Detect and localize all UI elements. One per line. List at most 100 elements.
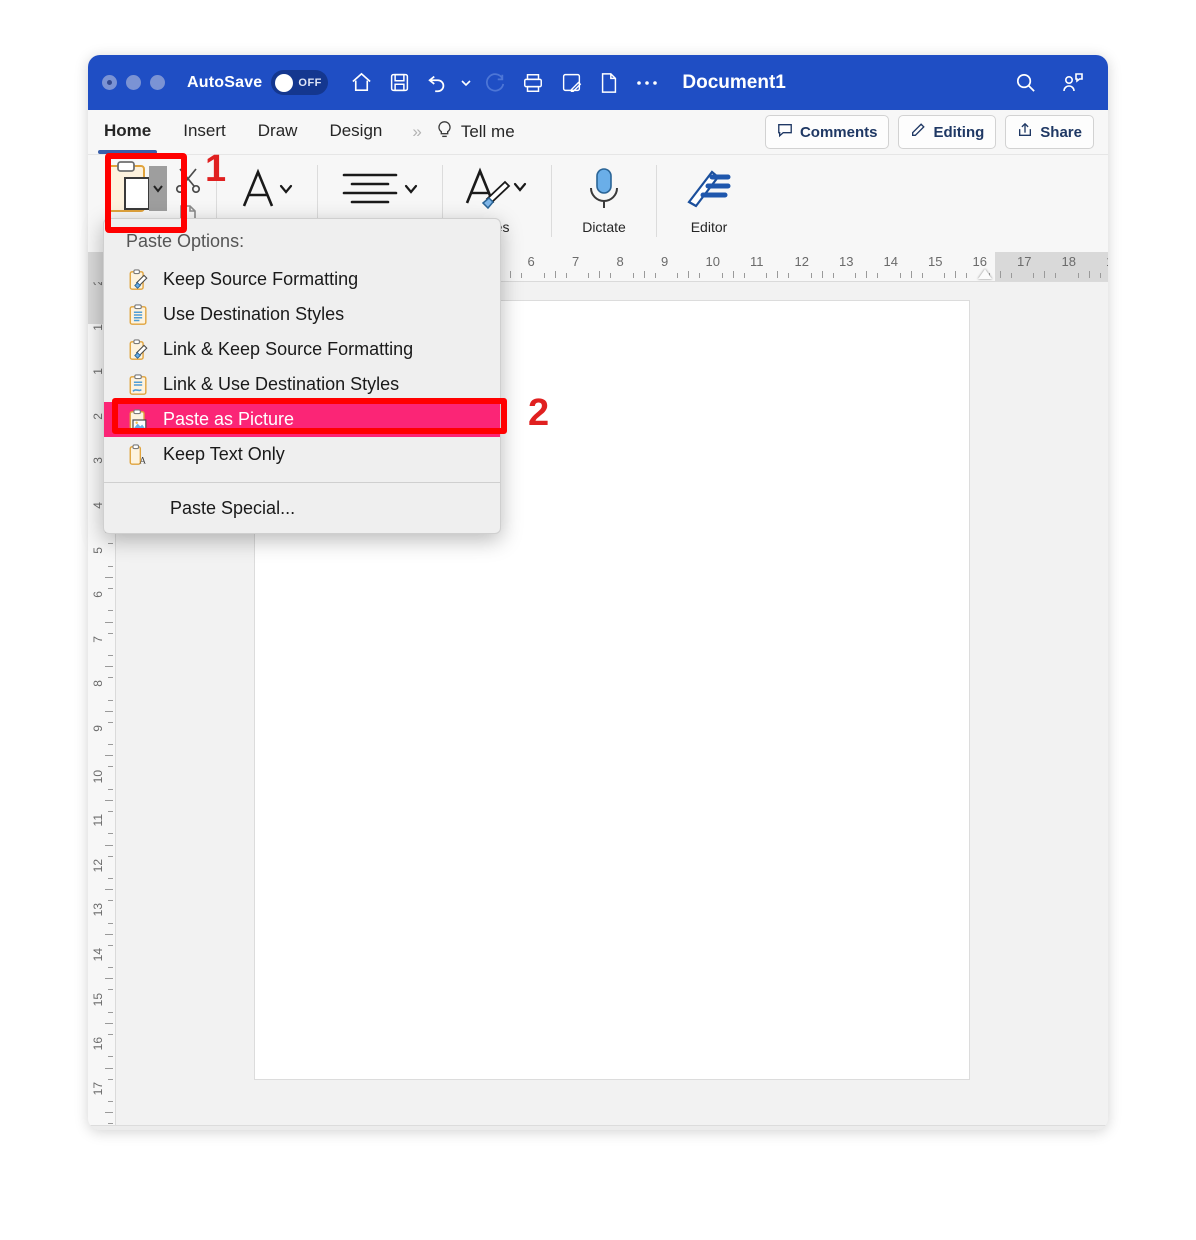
ruler-tick <box>108 610 113 612</box>
undo-icon[interactable] <box>420 66 454 100</box>
print-icon[interactable] <box>516 66 550 100</box>
ruler-tick <box>108 1078 113 1080</box>
quick-access-toolbar <box>344 66 664 100</box>
menu-item-keep-text-only[interactable]: A Keep Text Only <box>104 437 500 472</box>
outline-view-icon[interactable] <box>744 1130 784 1131</box>
close-button[interactable] <box>102 75 117 90</box>
ruler-tick <box>105 933 113 935</box>
ruler-tick <box>554 271 556 278</box>
font-button[interactable] <box>231 161 303 217</box>
ruler-tick <box>721 273 723 278</box>
ruler-tick <box>521 273 523 278</box>
dictate-button[interactable]: Dictate <box>566 161 642 235</box>
clipboard-icon <box>105 161 171 220</box>
web-layout-icon[interactable] <box>704 1130 744 1131</box>
account-icon[interactable] <box>1056 66 1090 100</box>
editing-button[interactable]: Editing <box>898 115 997 149</box>
ruler-tick <box>108 1100 113 1102</box>
ruler-tick <box>699 273 701 278</box>
autosave-state: OFF <box>298 76 322 89</box>
annotation-number-2: 2 <box>528 392 550 434</box>
styles-a-brush-icon <box>461 161 533 217</box>
menu-item-label: Link & Use Destination Styles <box>163 374 400 394</box>
editor-button[interactable]: Editor <box>671 161 747 235</box>
ruler-tick-label: 16 <box>91 1037 105 1051</box>
ruler-tick <box>105 621 113 623</box>
undo-dropdown-icon[interactable] <box>458 66 474 100</box>
menu-item-label: Link & Keep Source Formatting <box>163 339 414 359</box>
clipboard-text-icon: A <box>126 443 150 466</box>
ruler-tick <box>766 273 768 278</box>
paragraph-button[interactable] <box>332 161 428 217</box>
paste-button[interactable] <box>102 161 174 220</box>
indent-marker[interactable] <box>978 269 993 279</box>
comments-button[interactable]: Comments <box>764 115 890 149</box>
window-controls[interactable] <box>102 75 165 90</box>
clipboard-picture-icon <box>126 408 150 431</box>
comments-label: Comments <box>799 123 878 141</box>
more-commands-icon[interactable] <box>630 66 664 100</box>
document-title: Document1 <box>682 71 786 93</box>
ruler-tick <box>610 273 612 278</box>
tab-draw[interactable]: Draw <box>256 111 300 153</box>
ruler-tick <box>955 271 957 278</box>
ruler-tick-label: 15 <box>928 254 943 269</box>
clipboard-link-brush-icon <box>126 338 150 361</box>
ruler-tick <box>1077 273 1079 278</box>
dictate-label: Dictate <box>582 219 626 235</box>
menu-item-use-destination-styles[interactable]: Use Destination Styles <box>104 297 500 332</box>
ruler-margin-shade <box>995 252 1108 281</box>
ruler-tick <box>108 632 113 634</box>
menu-item-label: Keep Source Formatting <box>163 269 359 289</box>
tabs-overflow-icon[interactable]: » <box>412 122 422 142</box>
ruler-tick <box>108 922 113 924</box>
menu-item-link-keep-source-formatting[interactable]: Link & Keep Source Formatting <box>104 332 500 367</box>
menu-item-paste-special[interactable]: Paste Special... <box>104 489 500 527</box>
editor-label: Editor <box>690 219 728 235</box>
ruler-tick <box>105 799 113 801</box>
menu-item-link-use-destination-styles[interactable]: Link & Use Destination Styles <box>104 367 500 402</box>
save-icon[interactable] <box>382 66 416 100</box>
menu-item-paste-as-picture[interactable]: Paste as Picture <box>104 402 500 437</box>
maximize-button[interactable] <box>150 75 165 90</box>
menu-item-keep-source-formatting[interactable]: Keep Source Formatting <box>104 262 500 297</box>
ruler-tick-label: 8 <box>616 254 624 269</box>
screenshot-root: AutoSave OFF Document1 Home Insert Draw … <box>0 0 1196 1240</box>
ruler-tick <box>832 273 834 278</box>
ruler-tick <box>910 271 912 278</box>
tell-me[interactable]: Tell me <box>436 120 515 145</box>
ruler-tick-label: 16 <box>972 254 987 269</box>
ruler-tick-label: 6 <box>527 254 535 269</box>
ruler-tick-label: 17 <box>91 1081 105 1096</box>
tab-home[interactable]: Home <box>97 111 158 154</box>
tab-insert[interactable]: Insert <box>181 111 228 153</box>
menu-item-label: Keep Text Only <box>163 444 285 464</box>
ruler-tick <box>105 889 113 891</box>
spell-check-icon[interactable] <box>277 1130 317 1131</box>
draft-view-icon[interactable] <box>784 1130 824 1131</box>
cut-button[interactable] <box>174 167 202 198</box>
search-icon[interactable] <box>1008 66 1042 100</box>
ruler-tick <box>108 1123 113 1125</box>
redo-icon <box>478 66 512 100</box>
ruler-tick <box>108 699 113 701</box>
ruler-tick <box>732 271 734 278</box>
ruler-tick-label: 15 <box>91 992 105 1006</box>
ribbon-tabs: Home Insert Draw Design » Tell me Commen… <box>88 110 1108 155</box>
save-as-icon[interactable] <box>554 66 588 100</box>
ruler-tick <box>777 271 779 278</box>
share-button[interactable]: Share <box>1005 115 1094 149</box>
comment-icon <box>777 122 793 142</box>
group-separator <box>551 165 552 237</box>
autosave-toggle[interactable]: OFF <box>271 70 329 95</box>
ruler-tick <box>866 271 868 278</box>
print-layout-icon[interactable] <box>660 1129 705 1130</box>
tab-design[interactable]: Design <box>327 111 384 153</box>
ruler-tick <box>855 273 857 278</box>
new-document-icon[interactable] <box>592 66 626 100</box>
focus-icon[interactable] <box>572 1130 602 1131</box>
home-icon[interactable] <box>344 66 378 100</box>
paste-options-menu[interactable]: Paste Options: Keep Source Formatting Us… <box>103 218 501 534</box>
minimize-button[interactable] <box>126 75 141 90</box>
ruler-tick <box>108 788 113 790</box>
